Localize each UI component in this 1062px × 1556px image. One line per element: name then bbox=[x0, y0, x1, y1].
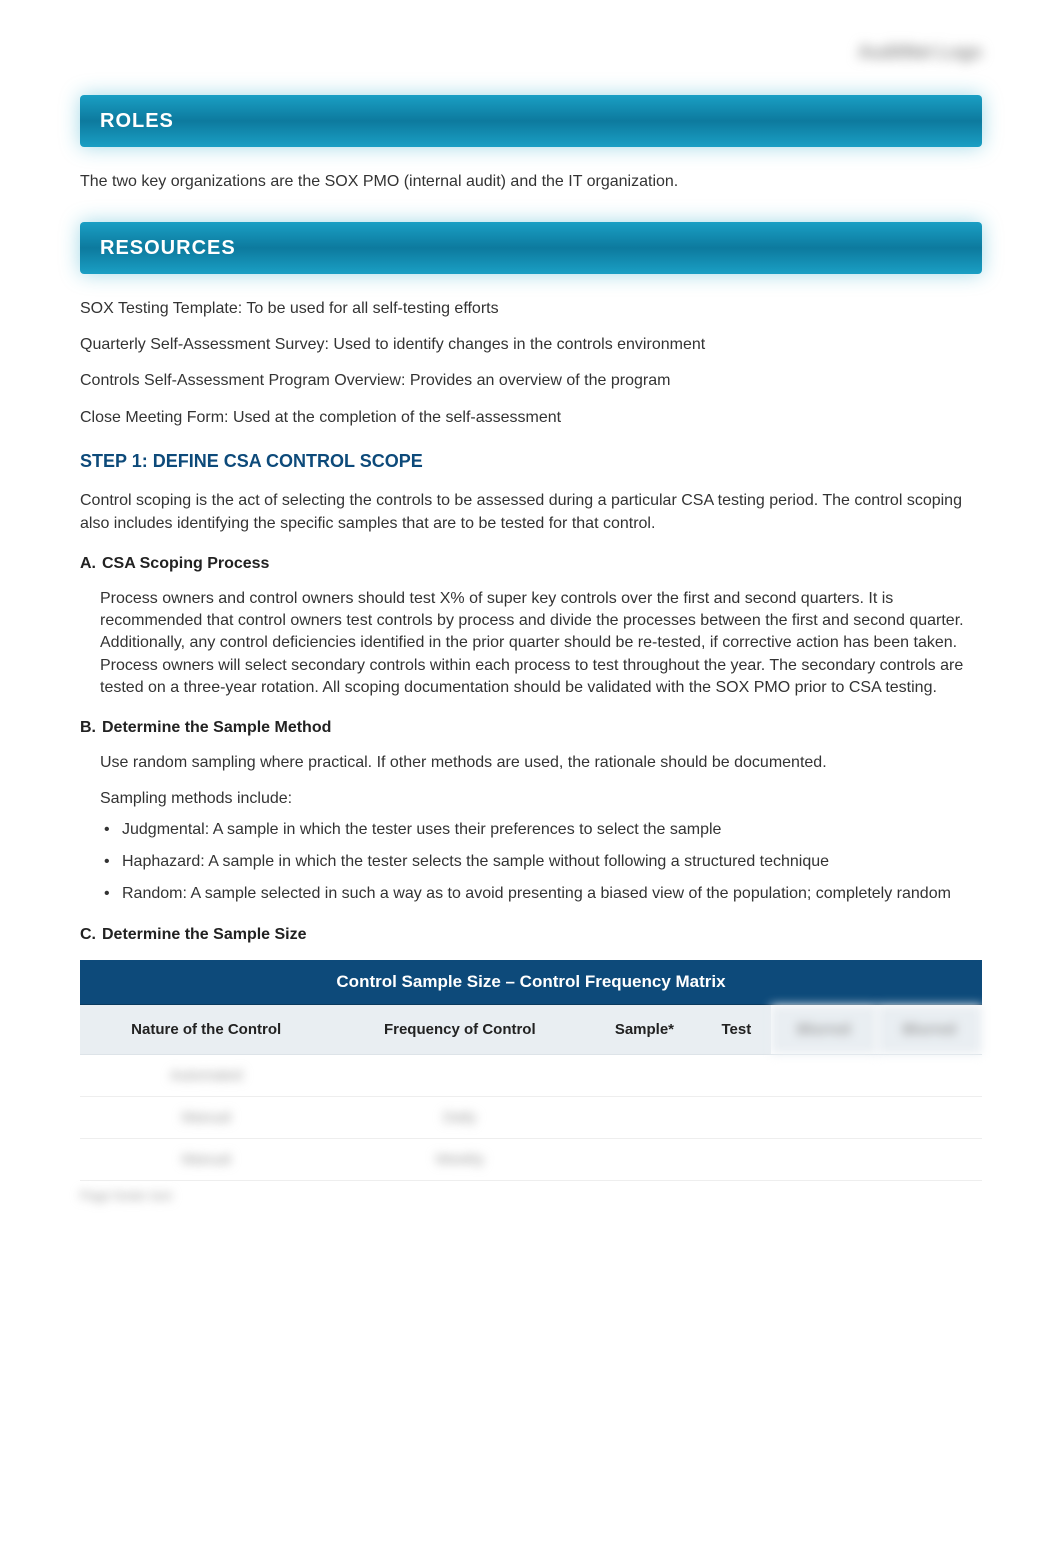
matrix-col-frequency: Frequency of Control bbox=[332, 1005, 587, 1055]
cell-test bbox=[702, 1138, 772, 1180]
table-row: Automated bbox=[80, 1054, 982, 1096]
cell-frequency bbox=[332, 1054, 587, 1096]
cell-sample bbox=[587, 1138, 701, 1180]
list-item: Haphazard: A sample in which the tester … bbox=[100, 851, 982, 873]
resource-item: SOX Testing Template: To be used for all… bbox=[80, 298, 982, 320]
list-item: Judgmental: A sample in which the tester… bbox=[100, 819, 982, 841]
sampling-methods-list: Judgmental: A sample in which the tester… bbox=[80, 819, 982, 906]
table-row: Manual Daily bbox=[80, 1096, 982, 1138]
header-logo: AuditNet Logo bbox=[80, 40, 982, 65]
cell-blurred bbox=[771, 1054, 876, 1096]
roles-text: The two key organizations are the SOX PM… bbox=[80, 171, 982, 193]
list-item: Random: A sample selected in such a way … bbox=[100, 883, 982, 905]
cell-frequency: Weekly bbox=[332, 1138, 587, 1180]
resource-item: Quarterly Self-Assessment Survey: Used t… bbox=[80, 334, 982, 356]
table-row: Manual Weekly bbox=[80, 1138, 982, 1180]
step1-c-letter: C. bbox=[80, 926, 96, 943]
step1-c-heading: C. Determine the Sample Size bbox=[80, 924, 982, 946]
cell-blurred bbox=[877, 1054, 982, 1096]
cell-sample bbox=[587, 1054, 701, 1096]
resource-item: Controls Self-Assessment Program Overvie… bbox=[80, 370, 982, 392]
cell-blurred bbox=[771, 1138, 876, 1180]
step1-b-heading: B. Determine the Sample Method bbox=[80, 717, 982, 739]
step1-a-heading: A. CSA Scoping Process bbox=[80, 553, 982, 575]
step1-a-body: Process owners and control owners should… bbox=[80, 588, 982, 700]
matrix-table-wrap: Control Sample Size – Control Frequency … bbox=[80, 960, 982, 1181]
step1-b-intro: Use random sampling where practical. If … bbox=[80, 752, 982, 774]
cell-blurred bbox=[877, 1138, 982, 1180]
cell-test bbox=[702, 1096, 772, 1138]
step1-b-methods-label: Sampling methods include: bbox=[80, 788, 982, 810]
cell-frequency: Daily bbox=[332, 1096, 587, 1138]
cell-nature: Manual bbox=[80, 1138, 332, 1180]
step1-intro: Control scoping is the act of selecting … bbox=[80, 490, 982, 535]
cell-nature: Automated bbox=[80, 1054, 332, 1096]
matrix-col-nature: Nature of the Control bbox=[80, 1005, 332, 1055]
resources-banner: RESOURCES bbox=[80, 222, 982, 274]
cell-blurred bbox=[771, 1096, 876, 1138]
cell-blurred bbox=[877, 1096, 982, 1138]
matrix-table: Nature of the Control Frequency of Contr… bbox=[80, 1005, 982, 1181]
matrix-col-test: Test bbox=[702, 1005, 772, 1055]
matrix-col-blurred: Blurred bbox=[877, 1005, 982, 1055]
step1-a-title: CSA Scoping Process bbox=[102, 555, 269, 572]
table-header-row: Nature of the Control Frequency of Contr… bbox=[80, 1005, 982, 1055]
step1-b-letter: B. bbox=[80, 719, 96, 736]
cell-sample bbox=[587, 1096, 701, 1138]
step1-heading: STEP 1: DEFINE CSA CONTROL SCOPE bbox=[80, 449, 982, 474]
step1-b-title: Determine the Sample Method bbox=[102, 719, 331, 736]
matrix-title: Control Sample Size – Control Frequency … bbox=[80, 960, 982, 1005]
step1-c-title: Determine the Sample Size bbox=[102, 926, 307, 943]
footer-blurred: Page footer text bbox=[80, 1187, 982, 1205]
roles-banner: ROLES bbox=[80, 95, 982, 147]
matrix-col-sample: Sample* bbox=[587, 1005, 701, 1055]
cell-nature: Manual bbox=[80, 1096, 332, 1138]
matrix-col-blurred: Blurred bbox=[771, 1005, 876, 1055]
cell-test bbox=[702, 1054, 772, 1096]
step1-a-letter: A. bbox=[80, 555, 96, 572]
resource-item: Close Meeting Form: Used at the completi… bbox=[80, 407, 982, 429]
